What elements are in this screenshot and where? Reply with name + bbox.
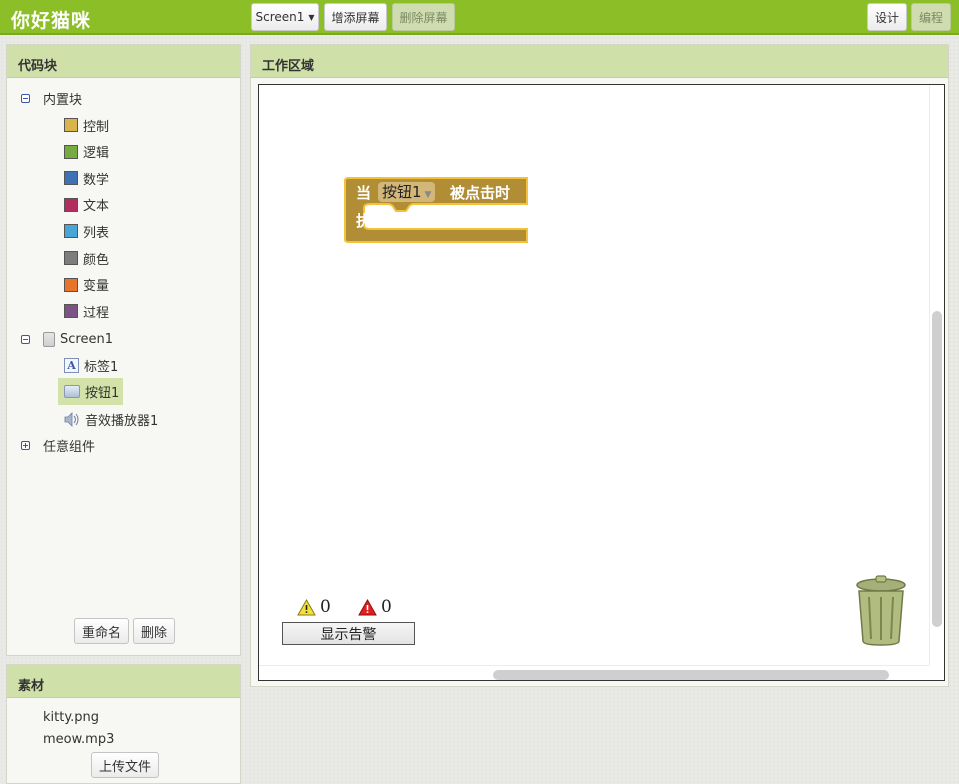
block-category-label: 列表 xyxy=(83,225,110,241)
tree-any-component-label: 任意组件 xyxy=(43,439,96,455)
block-event-text: 被点击时 xyxy=(450,184,511,202)
block-category-item[interactable]: 颜色 xyxy=(64,247,109,269)
expand-icon[interactable] xyxy=(21,440,30,450)
tree-item-label: 音效播放器1 xyxy=(85,413,159,429)
show-warnings-button[interactable]: 显示告警 xyxy=(282,622,415,645)
tree-item-label1[interactable]: A 标签1 xyxy=(64,354,118,376)
button-component-icon xyxy=(64,385,80,398)
tree-screen1-label: Screen1 xyxy=(60,331,113,347)
block-category-label: 变量 xyxy=(83,279,110,295)
block-category-label: 逻辑 xyxy=(83,146,110,162)
block-category-label: 过程 xyxy=(83,305,110,321)
block-category-item[interactable]: 变量 xyxy=(64,274,109,296)
category-color-swatch xyxy=(64,197,78,212)
block-category-label: 文本 xyxy=(83,199,110,215)
tree-item-button1[interactable]: 按钮1 xyxy=(58,378,124,405)
category-color-swatch xyxy=(64,171,78,186)
blocks-panel: 代码块 内置块 控制逻辑数学文本列表颜色变量过程 Screen1 A 标签1 按… xyxy=(6,44,241,656)
block-category-item[interactable]: 逻辑 xyxy=(64,141,109,163)
add-screen-button[interactable]: 增添屏幕 xyxy=(324,3,387,31)
blocks-panel-title: 代码块 xyxy=(7,45,240,78)
media-panel-title: 素材 xyxy=(7,665,240,698)
tree-item-label: 标签1 xyxy=(84,359,119,375)
delete-button[interactable]: 删除 xyxy=(133,618,175,644)
collapse-icon[interactable] xyxy=(21,334,30,344)
blocks-editor-button[interactable]: 编程 xyxy=(911,3,951,31)
block-category-item[interactable]: 文本 xyxy=(64,194,109,216)
category-color-swatch xyxy=(64,304,78,319)
screen-select-dropdown[interactable]: Screen1 ▼ xyxy=(251,3,319,31)
chevron-down-icon: ▼ xyxy=(424,190,432,200)
category-color-swatch xyxy=(64,277,78,292)
block-category-label: 控制 xyxy=(83,119,110,135)
blocks-workspace-canvas[interactable]: 当 按钮1 ▼ 被点击时 执行 0 0 显示告警 xyxy=(258,84,945,681)
block-category-item[interactable]: 控制 xyxy=(64,114,109,136)
tree-item-sound1[interactable]: 音效播放器1 xyxy=(64,408,158,430)
error-count: 0 xyxy=(381,597,392,617)
screen-icon xyxy=(43,331,55,347)
chevron-down-icon: ▼ xyxy=(308,12,315,22)
screen-select-label: Screen1 xyxy=(255,10,305,24)
category-color-swatch xyxy=(64,118,78,132)
tree-screen1[interactable]: Screen1 xyxy=(21,328,113,350)
tree-builtin-label: 内置块 xyxy=(43,92,83,108)
tree-builtin[interactable]: 内置块 xyxy=(21,87,82,109)
designer-button[interactable]: 设计 xyxy=(867,3,907,31)
error-icon xyxy=(358,599,377,616)
category-color-swatch xyxy=(64,144,78,159)
component-dropdown-label: 按钮1 xyxy=(382,183,422,201)
block-category-item[interactable]: 列表 xyxy=(64,220,109,242)
speaker-icon xyxy=(64,411,79,427)
block-category-item[interactable]: 数学 xyxy=(64,167,109,189)
block-category-label: 颜色 xyxy=(83,252,110,268)
block-category-label: 数学 xyxy=(83,172,110,188)
tree-item-label: 按钮1 xyxy=(85,386,120,401)
remove-screen-button[interactable]: 删除屏幕 xyxy=(392,3,455,31)
media-panel: 素材 kitty.png meow.mp3 上传文件 xyxy=(6,664,241,784)
workspace-title: 工作区域 xyxy=(251,45,948,78)
top-bar: 你好猫咪 Screen1 ▼ 增添屏幕 删除屏幕 设计 编程 xyxy=(0,0,959,35)
block-when-text: 当 xyxy=(356,184,372,202)
warning-count: 0 xyxy=(320,597,331,617)
component-dropdown[interactable]: 按钮1 ▼ xyxy=(378,182,436,202)
block-do-text: 执行 xyxy=(356,212,387,230)
tree-any-component[interactable]: 任意组件 xyxy=(21,434,95,456)
label-component-icon: A xyxy=(64,357,79,373)
warning-icon xyxy=(297,599,316,616)
upload-file-button[interactable]: 上传文件 xyxy=(91,752,159,778)
app-title: 你好猫咪 xyxy=(11,10,92,32)
horizontal-scrollbar[interactable] xyxy=(493,670,889,680)
trash-icon[interactable] xyxy=(853,575,909,647)
category-color-swatch xyxy=(64,251,78,265)
media-file[interactable]: kitty.png xyxy=(43,710,99,725)
media-file[interactable]: meow.mp3 xyxy=(43,732,114,747)
vertical-scrollbar[interactable] xyxy=(932,311,942,627)
category-color-swatch xyxy=(64,224,78,239)
block-category-item[interactable]: 过程 xyxy=(64,300,109,322)
collapse-icon[interactable] xyxy=(21,93,30,103)
rename-button[interactable]: 重命名 xyxy=(74,618,129,644)
